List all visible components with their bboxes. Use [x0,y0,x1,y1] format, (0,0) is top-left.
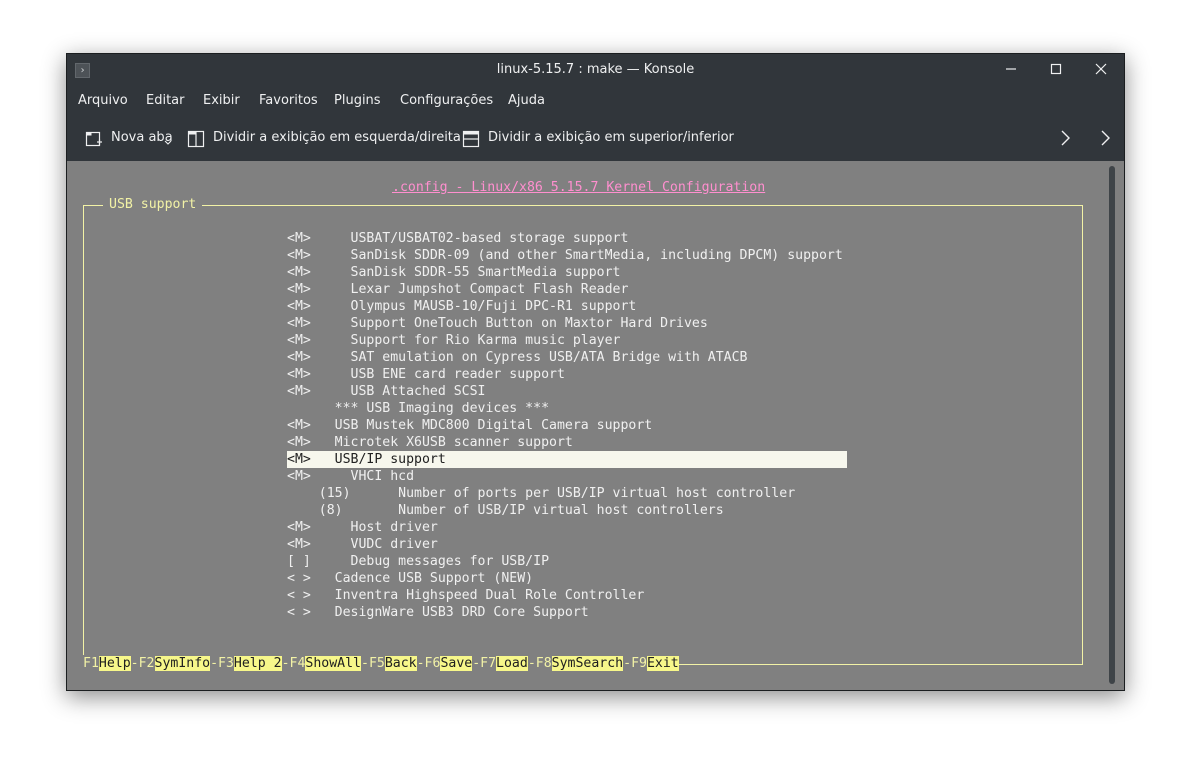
config-row[interactable]: <M> USB ENE card reader support [287,366,565,383]
fkey-f7[interactable]: F7Load [480,656,528,671]
config-row[interactable]: < > DesignWare USB3 DRD Core Support [287,604,589,621]
config-row[interactable]: <M> Host driver [287,519,438,536]
config-row[interactable]: <M> USBAT/USBAT02-based storage support [287,230,628,247]
maximize-icon[interactable] [1043,58,1069,84]
fkey-f1[interactable]: F1Help [83,656,131,671]
split-vertical-icon [187,130,205,148]
config-row[interactable]: <M> SAT emulation on Cypress USB/ATA Bri… [287,349,748,366]
config-section-header: *** USB Imaging devices *** [287,401,550,416]
konsole-window: › linux-5.15.7 : make — Konsole Arquivo … [66,53,1125,691]
config-row[interactable]: <M> Microtek X6USB scanner support [287,434,573,451]
menu-bar: Arquivo Editar Exibir Favoritos Plugins … [67,87,1124,115]
split-left-right-label: Dividir a exibição em esquerda/direita [213,130,461,145]
config-row[interactable]: < > Inventra Highspeed Dual Role Control… [287,587,644,604]
new-tab-icon [85,131,102,147]
split-top-bottom-label: Dividir a exibição em superior/inferior [488,130,734,145]
menu-editar[interactable]: Editar [146,93,185,108]
config-row[interactable]: <M> Lexar Jumpshot Compact Flash Reader [287,281,628,298]
config-row[interactable]: <M> SanDisk SDDR-09 (and other SmartMedi… [287,247,843,264]
config-row[interactable]: (15) Number of ports per USB/IP virtual … [287,485,795,502]
config-row[interactable]: < > Cadence USB Support (NEW) [287,570,533,587]
window-title: linux-5.15.7 : make — Konsole [496,62,695,77]
chevron-right-icon[interactable] [1055,128,1075,148]
config-row[interactable]: <M> Olympus MAUSB-10/Fuji DPC-R1 support [287,298,636,315]
fkey-f3[interactable]: F3Help 2 [218,656,282,671]
config-row[interactable]: <M> VHCI hcd [287,468,414,485]
terminal-view[interactable]: .config - Linux/x86 5.15.7 Kernel Config… [67,161,1124,690]
split-horizontal-icon [462,130,480,148]
fkey-f8[interactable]: F8SymSearch [536,656,624,671]
terminal-scrollbar[interactable] [1106,165,1118,686]
config-row[interactable]: <M> USB Mustek MDC800 Digital Camera sup… [287,417,652,434]
config-row[interactable]: <M> SanDisk SDDR-55 SmartMedia support [287,264,620,281]
title-bar[interactable]: › linux-5.15.7 : make — Konsole [67,54,1124,87]
fkey-f2[interactable]: F2SymInfo [139,656,211,671]
box-title: USB support [103,196,203,213]
config-row-selected[interactable]: <M> USB/IP support [287,451,847,468]
function-key-bar: F1Help-F2SymInfo-F3Help 2-F4ShowAll-F5Ba… [83,655,679,672]
fkey-f4[interactable]: F4ShowAll [290,656,361,671]
config-row[interactable]: <M> USB Attached SCSI [287,383,486,400]
config-row[interactable]: <M> Support for Rio Karma music player [287,332,620,349]
config-row[interactable]: (8) Number of USB/IP virtual host contro… [287,502,724,519]
main-toolbar: Nova aba Dividir a exibição em esquerda/… [67,117,1124,159]
fkey-f5[interactable]: F5Back [369,656,417,671]
config-row[interactable]: <M> Support OneTouch Button on Maxtor Ha… [287,315,708,332]
menu-plugins[interactable]: Plugins [334,93,381,108]
fkey-f9[interactable]: F9Exit [631,656,679,671]
menu-configuracoes[interactable]: Configurações [400,93,493,108]
close-icon[interactable] [1088,58,1114,84]
menu-favoritos[interactable]: Favoritos [259,93,318,108]
overflow-chevron-icon[interactable] [1095,128,1115,148]
config-title: .config - Linux/x86 5.15.7 Kernel Config… [392,180,766,195]
config-row[interactable]: <M> VUDC driver [287,536,438,553]
fkey-f6[interactable]: F6Save [425,656,473,671]
menu-ajuda[interactable]: Ajuda [508,93,545,108]
scrollbar-thumb[interactable] [1109,166,1115,684]
config-row[interactable]: [ ] Debug messages for USB/IP [287,553,549,570]
minimize-icon[interactable] [998,58,1024,84]
menu-arquivo[interactable]: Arquivo [78,93,128,108]
menu-exibir[interactable]: Exibir [203,93,240,108]
chevron-down-icon[interactable] [164,140,172,146]
